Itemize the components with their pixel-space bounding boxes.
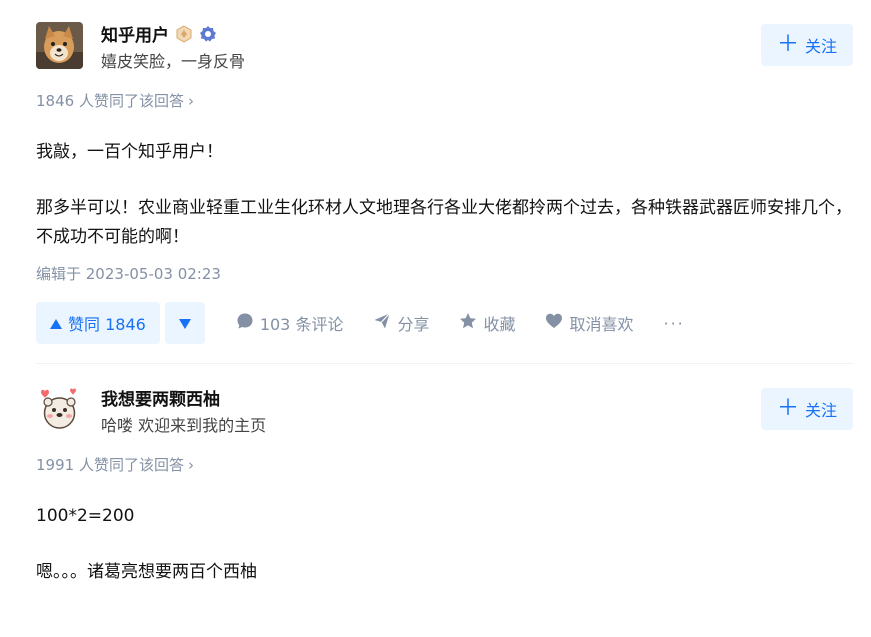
edited-time[interactable]: 编辑于 2023-05-03 02:23 [36, 263, 221, 284]
upvote-label: 赞同 1846 [68, 315, 146, 334]
author-avatar[interactable] [36, 386, 83, 433]
answer-content: 100*2=200 嗯。。。诸葛亮想要两百个西柚 [36, 502, 853, 587]
comment-label: 103 条评论 [259, 315, 344, 334]
follow-label: 关注 [805, 401, 838, 420]
chevron-right-icon: › [187, 456, 194, 474]
author-avatar[interactable] [36, 22, 83, 69]
upvote-button[interactable]: 赞同 1846 [36, 302, 160, 344]
action-bar: 赞同 1846 103 条评论 分享 收藏 取消喜欢 ··· [36, 302, 685, 344]
favorite-label: 收藏 [483, 315, 516, 334]
more-icon: ··· [663, 313, 685, 333]
content-paragraph: 100*2=200 [36, 506, 135, 526]
plus-icon: ＋ [776, 396, 799, 421]
content-paragraph: 嗯。。。诸葛亮想要两百个西柚 [36, 562, 257, 582]
triangle-up-icon [50, 314, 62, 333]
favorite-button[interactable]: 收藏 [459, 311, 515, 335]
author-name-text: 知乎用户 [101, 26, 169, 46]
unlike-label: 取消喜欢 [569, 315, 634, 334]
comment-button[interactable]: 103 条评论 [236, 311, 344, 335]
content-paragraph: 那多半可以！农业商业轻重工业生化环材人文地理各行各业大佬都拎两个过去，各种铁器武… [36, 198, 852, 247]
author-bio: 嬉皮笑脸，一身反骨 [101, 52, 246, 71]
creator-badge-icon [175, 24, 193, 43]
comment-bubble-icon [236, 312, 254, 334]
verified-badge-icon [199, 25, 217, 43]
upvote-summary-text: 1846 人赞同了该回答 [36, 92, 184, 110]
upvote-summary-link[interactable]: 1991 人赞同了该回答 › [36, 454, 194, 475]
upvote-summary-text: 1991 人赞同了该回答 [36, 456, 184, 474]
follow-button[interactable]: ＋ 关注 [761, 24, 853, 66]
chevron-right-icon: › [187, 92, 194, 110]
plus-icon: ＋ [776, 32, 799, 57]
paper-plane-icon [373, 312, 391, 334]
follow-button[interactable]: ＋ 关注 [761, 388, 853, 430]
star-icon [459, 312, 477, 334]
follow-label: 关注 [805, 37, 838, 56]
triangle-down-icon [178, 314, 191, 333]
upvote-summary-link[interactable]: 1846 人赞同了该回答 › [36, 90, 194, 111]
answer-card: 我想要两颗西柚 哈喽 欢迎来到我的主页 ＋ 关注 1991 人赞同了该回答 › 1… [36, 364, 853, 637]
author-name[interactable]: 我想要两颗西柚 [101, 385, 220, 410]
author-name-text: 我想要两颗西柚 [101, 390, 220, 410]
downvote-button[interactable] [164, 302, 205, 344]
more-options-button[interactable]: ··· [664, 314, 685, 333]
answer-content: 我敲，一百个知乎用户！ 那多半可以！农业商业轻重工业生化环材人文地理各行各业大佬… [36, 138, 853, 252]
answer-card: 知乎用户 嬉皮笑脸，一身反骨 ＋ 关注 1846 人赞同了该回答› 我敲，一百 [36, 0, 853, 364]
author-name[interactable]: 知乎用户 [101, 21, 217, 46]
unlike-button[interactable]: 取消喜欢 [545, 311, 634, 335]
content-paragraph: 我敲，一百个知乎用户！ [36, 142, 223, 162]
author-bio: 哈喽 欢迎来到我的主页 [101, 416, 267, 435]
share-label: 分享 [397, 315, 430, 334]
share-button[interactable]: 分享 [373, 311, 429, 335]
heart-icon [545, 312, 563, 334]
